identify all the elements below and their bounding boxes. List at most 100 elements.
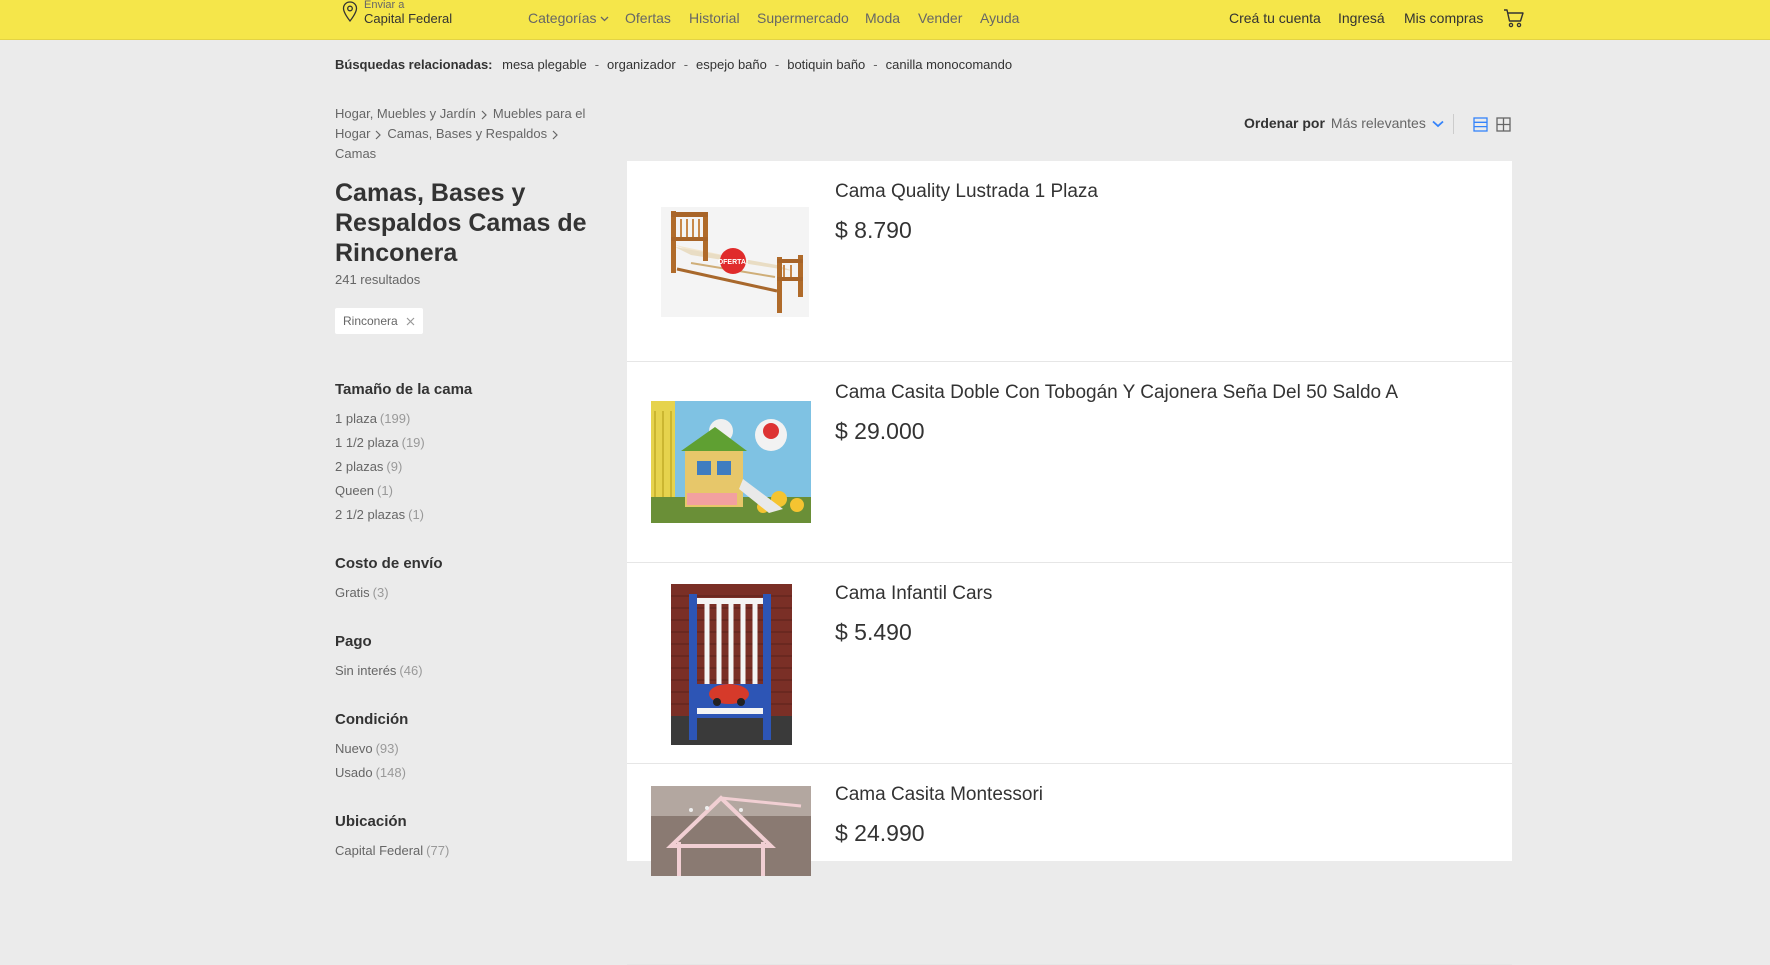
filter-option[interactable]: Queen (1) (335, 483, 393, 498)
chevron-right-icon (481, 110, 487, 119)
filter-title-payment: Pago (335, 633, 372, 650)
filter-option-count: (46) (399, 663, 423, 678)
filter-option-count: (77) (426, 843, 450, 858)
nav-vender[interactable]: Vender (918, 10, 962, 26)
related-search-link[interactable]: organizador (607, 57, 676, 72)
filter-option-count: (199) (379, 411, 411, 426)
ship-to-label: Enviar a (364, 0, 405, 11)
active-filter-chip[interactable]: Rinconera (335, 308, 423, 334)
login-link[interactable]: Ingresá (1338, 10, 1385, 26)
filter-option-label: Capital Federal (335, 843, 424, 858)
filter-option-label: Usado (335, 765, 373, 780)
offer-badge: OFERTA! (718, 259, 749, 266)
filter-option[interactable]: Usado (148) (335, 765, 406, 780)
filter-option[interactable]: Sin interés (46) (335, 663, 423, 678)
nav-ayuda[interactable]: Ayuda (980, 10, 1019, 26)
filter-title-condition: Condición (335, 711, 409, 728)
related-search-link[interactable]: espejo baño (696, 57, 767, 72)
chevron-right-icon (375, 130, 382, 139)
chevron-right-icon (552, 130, 558, 139)
related-search-link[interactable]: canilla monocomando (886, 57, 1012, 72)
filter-title-shipping: Costo de envío (335, 555, 443, 572)
close-icon[interactable] (406, 317, 415, 326)
nav-categorias[interactable]: Categorías (528, 10, 609, 26)
nav-historial[interactable]: Historial (689, 10, 740, 26)
filter-option-label: 2 plazas (335, 459, 384, 474)
results-list: OFERTA! Cama Quality Lustrada 1 Plaza $ … (627, 161, 1512, 965)
filter-option[interactable]: Nuevo (93) (335, 741, 399, 756)
related-search-link[interactable]: mesa plegable (502, 57, 587, 72)
cart-icon[interactable] (1503, 8, 1525, 28)
filter-option-count: (19) (401, 435, 425, 450)
filter-option[interactable]: 2 plazas (9) (335, 459, 402, 474)
product-image[interactable] (671, 584, 792, 745)
filter-option-label: 1 plaza (335, 411, 377, 426)
product-card[interactable]: Cama Casita Doble Con Tobogán Y Cajonera… (627, 362, 1512, 563)
product-card[interactable]: Cama Infantil Cars $ 5.490 (627, 563, 1512, 764)
filter-option-label: Queen (335, 483, 375, 498)
my-purchases-link[interactable]: Mis compras (1404, 10, 1483, 26)
breadcrumb: Hogar, Muebles y Jardín Muebles para el H… (335, 104, 615, 164)
product-price: $ 24.990 (835, 820, 925, 846)
nav-ofertas[interactable]: Ofertas (625, 10, 671, 26)
product-price: $ 5.490 (835, 619, 912, 645)
page-title: Camas, Bases y Respaldos Camas de Rincon… (335, 179, 587, 267)
product-image[interactable] (651, 401, 811, 523)
product-image[interactable] (651, 786, 811, 876)
filter-option-count: (93) (375, 741, 399, 756)
chevron-down-icon (1432, 121, 1444, 128)
filter-option[interactable]: Capital Federal (77) (335, 843, 449, 858)
filter-title-location: Ubicación (335, 813, 407, 830)
breadcrumb-item[interactable]: Camas, Bases y Respaldos (387, 126, 547, 141)
filter-option-count: (3) (372, 585, 389, 600)
grid-view-icon[interactable] (1496, 117, 1511, 132)
product-price: $ 8.790 (835, 217, 912, 243)
filter-title-bed-size: Tamaño de la cama (335, 381, 473, 398)
filter-option[interactable]: 1 plaza (199) (335, 411, 410, 426)
separator: - (594, 57, 600, 72)
filter-option[interactable]: 2 1/2 plazas (1) (335, 507, 424, 522)
filter-option-count: (148) (375, 765, 406, 780)
sort-value: Más relevantes (1330, 115, 1426, 131)
nav-moda[interactable]: Moda (865, 10, 900, 26)
active-filter-label: Rinconera (343, 314, 398, 328)
product-card[interactable]: OFERTA! Cama Quality Lustrada 1 Plaza $ … (627, 161, 1512, 362)
filter-option[interactable]: Gratis (3) (335, 585, 389, 600)
product-price: $ 29.000 (835, 418, 925, 444)
sort-label: Ordenar por (1244, 115, 1325, 131)
filter-option[interactable]: 1 1/2 plaza (19) (335, 435, 425, 450)
product-title[interactable]: Cama Quality Lustrada 1 Plaza (835, 181, 1098, 203)
ship-to-location: Capital Federal (364, 11, 453, 26)
filter-option-label: 2 1/2 plazas (335, 507, 406, 522)
breadcrumb-item[interactable]: Hogar, Muebles y Jardín (335, 106, 476, 121)
filter-option-label: 1 1/2 plaza (335, 435, 399, 450)
location-pin-icon (342, 1, 358, 23)
sort-dropdown[interactable]: Ordenar por Más relevantes (1244, 115, 1444, 131)
nav-categorias-label: Categorías (528, 10, 597, 26)
filter-option-count: (1) (377, 483, 393, 498)
filter-option-label: Nuevo (335, 741, 373, 756)
related-searches-label: Búsquedas relacionadas: (335, 57, 493, 72)
product-title[interactable]: Cama Casita Doble Con Tobogán Y Cajonera… (835, 382, 1398, 404)
divider (1453, 114, 1454, 134)
nav-supermercado[interactable]: Supermercado (757, 10, 849, 26)
separator: - (683, 57, 689, 72)
separator: - (873, 57, 878, 72)
list-view-icon[interactable] (1473, 117, 1488, 132)
related-search-link[interactable]: botiquin baño (787, 57, 865, 72)
create-account-link[interactable]: Creá tu cuenta (1229, 10, 1321, 26)
product-image[interactable]: OFERTA! (661, 207, 809, 317)
results-count: 241 resultados (335, 272, 421, 287)
separator: - (774, 57, 780, 72)
chevron-down-icon (601, 16, 609, 22)
product-title[interactable]: Cama Infantil Cars (835, 583, 992, 605)
product-title[interactable]: Cama Casita Montessori (835, 784, 1043, 806)
product-card[interactable]: Cama Casita Montessori $ 24.990 (627, 764, 1512, 965)
filter-option-count: (9) (386, 459, 403, 474)
filter-option-count: (1) (408, 507, 424, 522)
related-searches: Búsquedas relacionadas: mesa plegable - or… (335, 57, 1012, 72)
top-header: Enviar a Capital Federal Categorías Ofer… (0, 0, 1770, 40)
filter-option-label: Gratis (335, 585, 370, 600)
breadcrumb-current[interactable]: Camas (335, 146, 376, 161)
filter-option-label: Sin interés (335, 663, 397, 678)
